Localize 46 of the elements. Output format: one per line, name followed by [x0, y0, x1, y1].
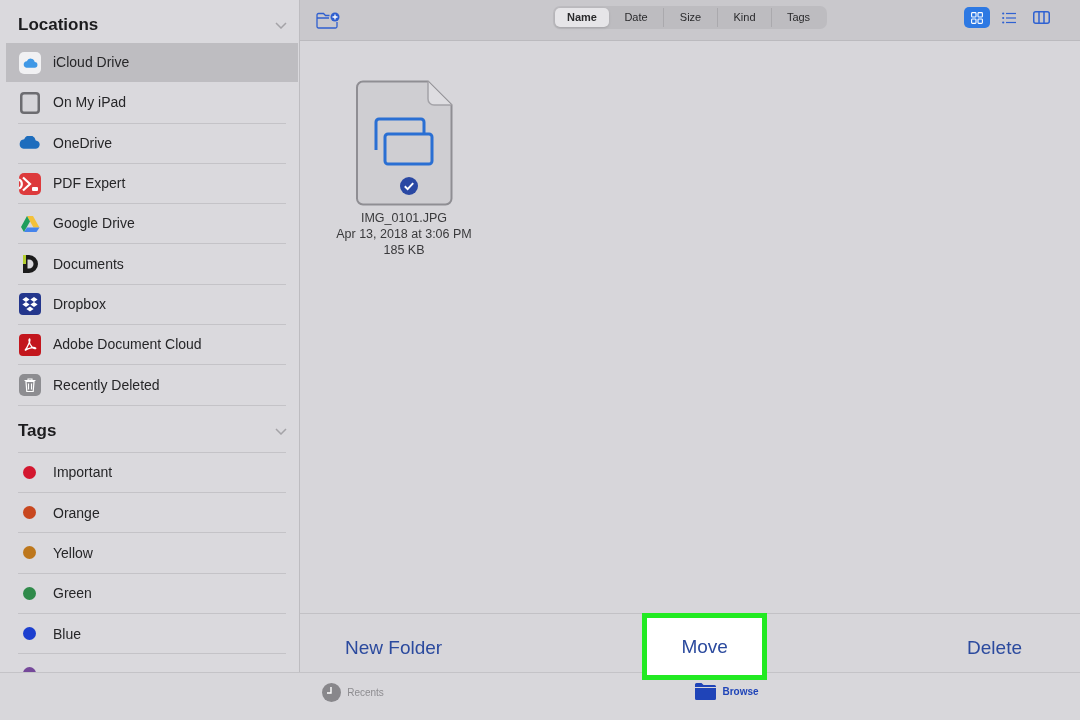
action-button[interactable]: Delete	[967, 636, 1022, 660]
diamonds-logo-icon	[19, 293, 41, 316]
sidebar-item[interactable]: Dropbox	[6, 284, 298, 325]
sort-option[interactable]: Tags	[771, 8, 825, 27]
chevron-icon[interactable]	[275, 22, 287, 29]
section-heading: Locations	[18, 14, 99, 36]
file-size: 185 KB	[383, 242, 425, 258]
sidebar-item[interactable]: PDF Expert	[6, 163, 298, 204]
sort-option[interactable]: Name	[555, 8, 609, 27]
action-button[interactable]: New Folder	[345, 636, 443, 660]
chevron-icon[interactable]	[275, 427, 287, 435]
cloud-icon	[19, 51, 41, 74]
new-folder-button[interactable]	[316, 10, 340, 30]
folder-icon	[695, 683, 717, 700]
grid-icon	[971, 11, 983, 24]
action-button[interactable]: Move	[642, 613, 767, 680]
clock-icon	[322, 683, 342, 702]
sidebar-item[interactable]: iCloud Drive	[6, 43, 298, 83]
tag-item[interactable]: Orange	[53, 503, 100, 522]
tag-item[interactable]: Blue	[53, 624, 82, 643]
list-icon	[1002, 11, 1016, 24]
sidebar-item[interactable]: Recently Deleted	[6, 365, 298, 405]
view-mode-button[interactable]	[964, 7, 990, 28]
section-heading: Tags	[18, 419, 57, 442]
sort-option[interactable]: Kind	[717, 8, 771, 27]
sidebar-item[interactable]: On My iPad	[6, 83, 298, 123]
tablet-icon	[19, 91, 41, 114]
file-date: Apr 13, 2018 at 3:06 PM	[336, 226, 472, 242]
folder-plus-icon	[316, 11, 340, 29]
sidebar-item[interactable]: OneDrive	[6, 123, 298, 163]
tag-item[interactable]: Green	[53, 584, 92, 603]
file-name: IMG_0101.JPG	[360, 210, 448, 226]
swirl-logo-icon	[19, 333, 41, 356]
tag-item[interactable]: Yellow	[53, 543, 93, 562]
cloud-icon	[19, 136, 41, 151]
tab-item[interactable]: Browse	[695, 683, 759, 700]
sort-option[interactable]: Date	[609, 8, 663, 27]
image-file-icon[interactable]	[355, 80, 453, 206]
sidebar-item[interactable]: Adobe Document Cloud	[6, 325, 298, 365]
sidebar-item[interactable]: Google Drive	[6, 204, 298, 244]
columns-icon	[1032, 11, 1050, 24]
sidebar-item[interactable]: Documents	[6, 244, 298, 284]
app-logo-icon	[19, 172, 41, 195]
trash-icon	[19, 374, 41, 396]
sort-option[interactable]: Size	[663, 8, 717, 27]
tag-item[interactable]: Important	[53, 463, 113, 482]
